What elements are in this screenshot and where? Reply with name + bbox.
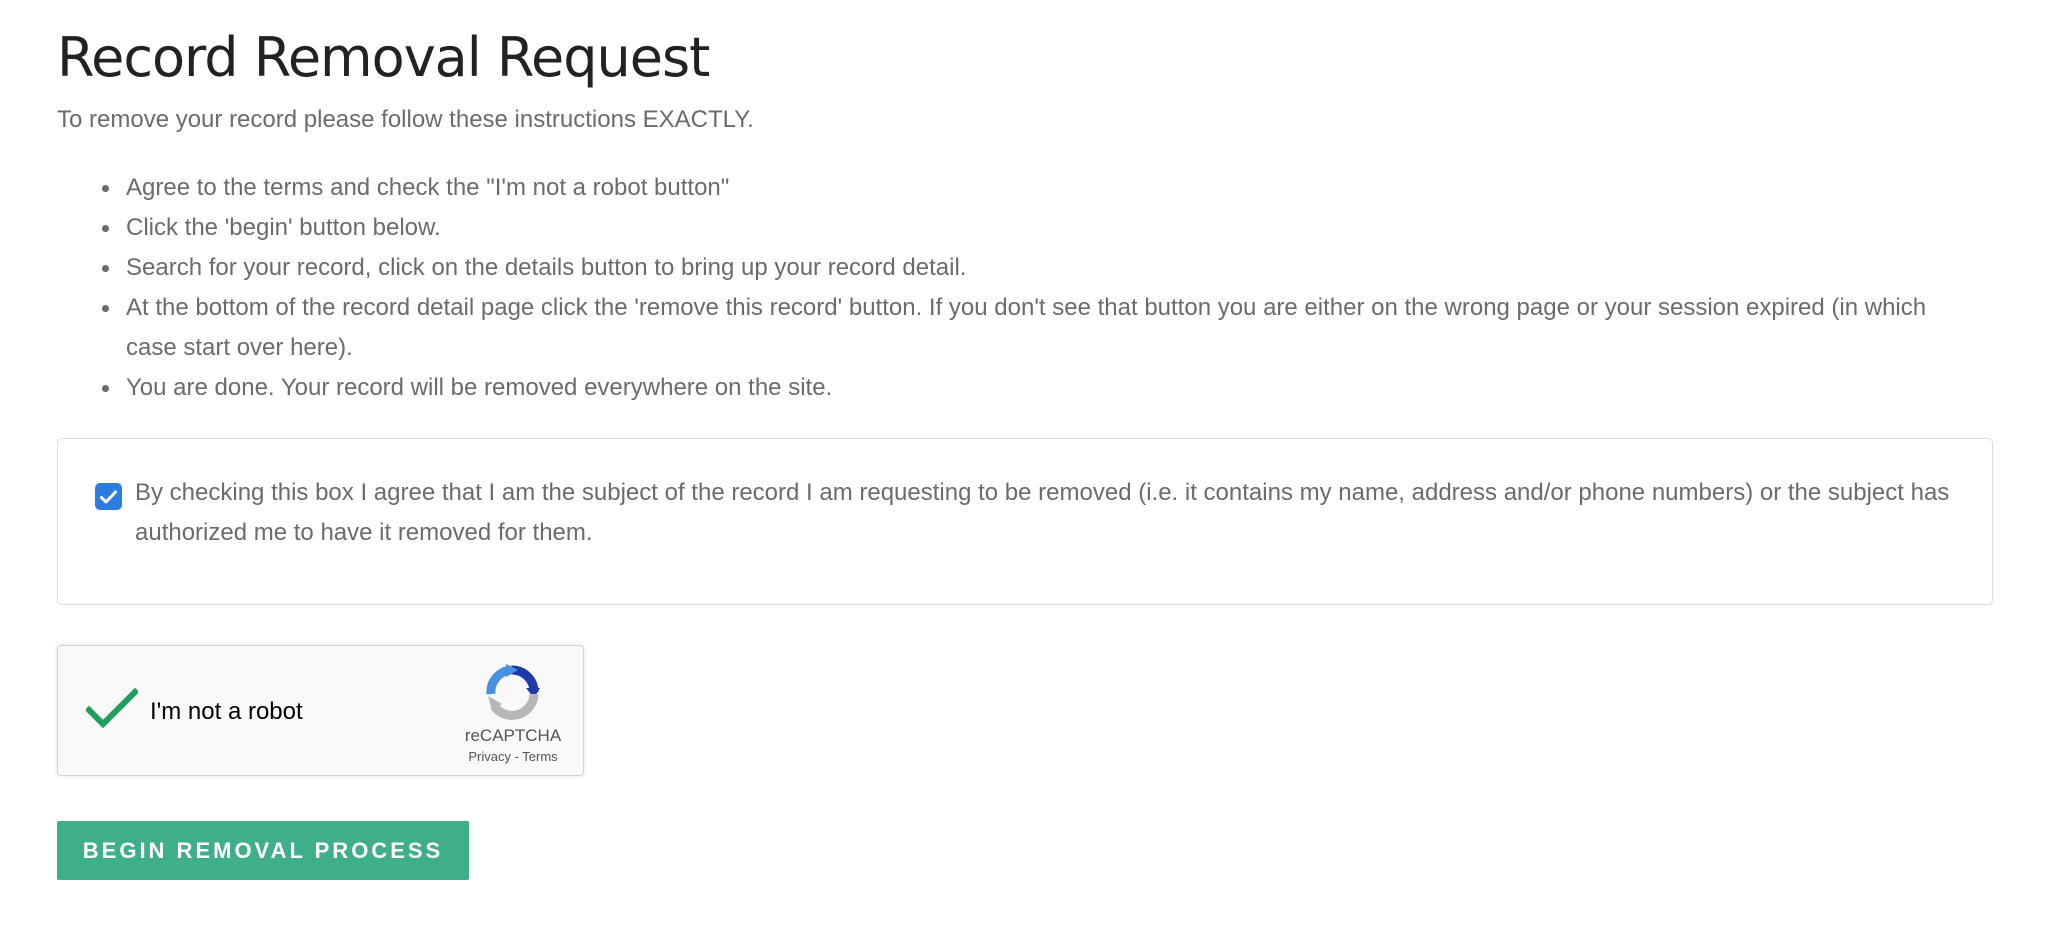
instruction-item: Agree to the terms and check the "I'm no… — [102, 168, 1993, 208]
recaptcha-logo-icon — [482, 664, 542, 727]
recaptcha-label: I'm not a robot — [150, 698, 303, 725]
checkmark-icon — [100, 490, 117, 503]
instruction-item: At the bottom of the record detail page … — [102, 288, 1993, 368]
intro-text: To remove your record please follow thes… — [57, 106, 754, 133]
recaptcha-privacy-link[interactable]: Privacy — [468, 749, 511, 764]
bullet-icon — [102, 185, 109, 192]
bullet-icon — [102, 385, 109, 392]
bullet-icon — [102, 305, 109, 312]
recaptcha-brand: reCAPTCHA — [464, 726, 562, 745]
instruction-item: Search for your record, click on the det… — [102, 248, 1993, 288]
instruction-text: You are done. Your record will be remove… — [126, 374, 833, 401]
page-title: Record Removal Request — [57, 26, 710, 89]
recaptcha-widget: I'm not a robot reCAPTCHA Privacy - Term… — [57, 645, 584, 776]
recaptcha-link-separator: - — [510, 749, 523, 764]
recaptcha-checkbox[interactable] — [84, 687, 140, 733]
instruction-text: Click the 'begin' button below. — [126, 214, 441, 241]
recaptcha-terms-link[interactable]: Terms — [522, 749, 557, 764]
instruction-item: You are done. Your record will be remove… — [102, 368, 1993, 408]
terms-agreement-panel: By checking this box I agree that I am t… — [57, 438, 1993, 605]
instruction-text: At the bottom of the record detail page … — [126, 294, 1927, 361]
terms-text: By checking this box I agree that I am t… — [135, 479, 1950, 546]
instruction-list: Agree to the terms and check the "I'm no… — [57, 168, 1993, 408]
begin-removal-button[interactable]: BEGIN REMOVAL PROCESS — [57, 821, 469, 880]
terms-checkbox[interactable] — [95, 483, 122, 510]
bullet-icon — [102, 225, 109, 232]
bullet-icon — [102, 265, 109, 272]
instruction-text: Agree to the terms and check the "I'm no… — [126, 174, 730, 201]
check-icon — [84, 687, 140, 729]
instruction-text: Search for your record, click on the det… — [126, 254, 967, 281]
instruction-item: Click the 'begin' button below. — [102, 208, 1993, 248]
recaptcha-links: Privacy - Terms — [458, 749, 568, 764]
